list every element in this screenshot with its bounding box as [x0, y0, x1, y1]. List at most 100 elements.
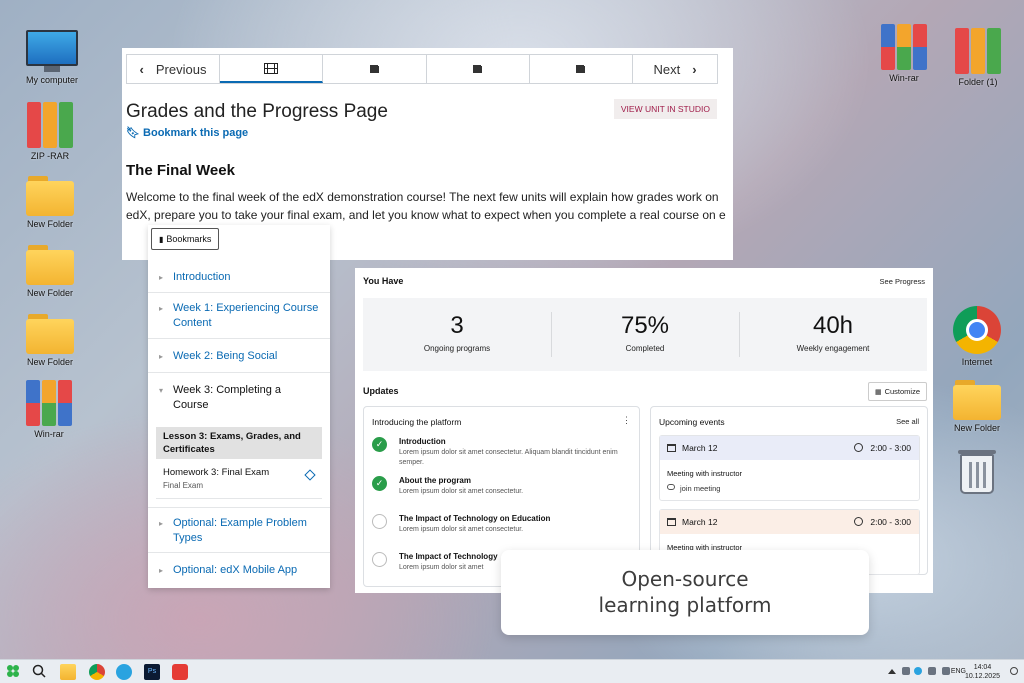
- chevron-left-icon: ‹: [139, 61, 144, 77]
- view-in-studio-button[interactable]: VIEW UNIT IN STUDIO: [613, 99, 717, 119]
- trash-icon: [958, 450, 996, 494]
- chevron-up-icon[interactable]: [888, 669, 896, 674]
- card-title: Introducing the platform: [372, 417, 462, 427]
- sequence-navigation: ‹ Previous Next ›: [126, 54, 718, 84]
- caption-line-1: Open-source: [621, 567, 749, 591]
- desktop-icon-label: New Folder: [26, 219, 73, 229]
- unit-tab-text-3[interactable]: [530, 55, 633, 83]
- desktop-icon-my-computer[interactable]: My computer: [16, 30, 88, 85]
- course-outline: ▮ Bookmarks ▸ Introduction ▸ Week 1: Exp…: [148, 225, 330, 588]
- bookmark-icon: 🔖︎: [126, 127, 140, 139]
- check-circle-icon: ✓: [372, 437, 387, 452]
- unit-tab-video[interactable]: [220, 55, 324, 83]
- chevron-right-icon: ▸: [159, 304, 164, 313]
- desktop-icon-new-folder-3[interactable]: New Folder: [14, 314, 86, 367]
- outline-item-week-1[interactable]: ▸ Week 1: Experiencing Course Content: [148, 293, 330, 339]
- outline-item-optional-mobile-app[interactable]: ▸ Optional: edX Mobile App: [148, 553, 330, 587]
- desktop-icon-label: New Folder: [26, 357, 73, 367]
- chevron-down-icon: ▾: [159, 386, 164, 395]
- desktop-icon-zip-rar[interactable]: ZIP -RAR: [14, 102, 86, 161]
- clock[interactable]: 14:04 10.12.2025: [965, 663, 1000, 681]
- winrar-icon: [881, 24, 927, 70]
- search-icon[interactable]: [32, 664, 48, 680]
- clock-icon: [854, 443, 863, 452]
- start-icon[interactable]: [6, 664, 22, 680]
- calendar-icon: [667, 518, 676, 526]
- empty-circle-icon: [372, 552, 387, 567]
- check-circle-icon: ✓: [372, 476, 387, 491]
- bookmarks-button[interactable]: ▮ Bookmarks: [151, 228, 220, 250]
- desktop-icon-win-rar[interactable]: Win-rar: [13, 380, 85, 439]
- desktop-icon-label: Internet: [961, 357, 993, 367]
- desktop-icon-internet[interactable]: Internet: [941, 306, 1013, 367]
- dashboard-heading: You Have: [363, 276, 404, 286]
- bookmark-page-link[interactable]: 🔖︎ Bookmark this page: [126, 126, 248, 139]
- stat-weekly-engagement: 40h Weekly engagement: [739, 298, 927, 371]
- winrar-icon: [26, 380, 72, 426]
- desktop-icon-recycle-bin[interactable]: [941, 450, 1013, 494]
- desktop-icon-label: Folder (1): [958, 77, 998, 87]
- desktop-icon-new-folder-1[interactable]: New Folder: [14, 176, 86, 229]
- book-icon: [576, 65, 586, 73]
- file-explorer-icon[interactable]: [60, 664, 76, 680]
- language-indicator[interactable]: ENG: [951, 668, 966, 675]
- stat-completed: 75% Completed: [551, 298, 739, 371]
- chevron-right-icon: ›: [692, 61, 697, 77]
- outline-item-optional-problem-types[interactable]: ▸ Optional: Example Problem Types: [148, 507, 330, 553]
- bookmark-icon: ▮: [159, 234, 164, 244]
- outline-subsection-lesson-3[interactable]: Lesson 3: Exams, Grades, and Certificate…: [156, 427, 322, 459]
- desktop-icon-label: Win-rar: [34, 429, 64, 439]
- archive-icon: [955, 28, 1001, 74]
- outline-item-introduction[interactable]: ▸ Introduction: [148, 261, 330, 293]
- outline-item-week-2[interactable]: ▸ Week 2: Being Social: [148, 339, 330, 373]
- chevron-right-icon: ▸: [159, 519, 164, 528]
- section-body-text: Welcome to the final week of the edX dem…: [126, 190, 726, 222]
- folder-icon: [26, 245, 74, 285]
- stat-ongoing-programs: 3 Ongoing programs: [423, 312, 491, 353]
- see-progress-link[interactable]: See Progress: [880, 277, 925, 286]
- notification-icon[interactable]: [1010, 667, 1018, 675]
- folder-icon: [26, 176, 74, 216]
- chrome-taskbar-icon[interactable]: [89, 664, 105, 680]
- battery-icon[interactable]: [942, 667, 950, 675]
- unit-tab-text-1[interactable]: [323, 55, 427, 83]
- more-options-icon[interactable]: ⋮: [622, 415, 631, 426]
- previous-button[interactable]: ‹ Previous: [127, 55, 220, 83]
- customize-button[interactable]: ▦ Customize: [867, 382, 927, 401]
- archive-icon: [27, 102, 73, 148]
- unit-title: Grades and the Progress Page: [126, 101, 388, 122]
- network-icon[interactable]: [902, 667, 910, 675]
- app-icon[interactable]: [172, 664, 188, 680]
- see-all-link[interactable]: See all: [896, 417, 919, 426]
- section-heading: The Final Week: [126, 162, 235, 179]
- desktop-icon-win-rar-right[interactable]: Win-rar: [868, 24, 940, 83]
- folder-icon: [953, 380, 1001, 420]
- telegram-tray-icon[interactable]: [914, 667, 922, 675]
- card-title: Upcoming events: [659, 417, 725, 427]
- chrome-icon: [953, 306, 1001, 354]
- caption-line-2: learning platform: [598, 593, 772, 617]
- film-icon: [264, 62, 279, 74]
- unit-tab-text-2[interactable]: [427, 55, 530, 83]
- empty-circle-icon: [372, 514, 387, 529]
- folder-icon: [26, 314, 74, 354]
- telegram-icon[interactable]: [116, 664, 132, 680]
- photoshop-icon[interactable]: Ps: [144, 664, 160, 680]
- book-icon: [473, 65, 483, 73]
- stats-panel: 3 Ongoing programs 75% Completed 40h Wee…: [363, 298, 927, 371]
- desktop-icon-folder-1[interactable]: Folder (1): [942, 28, 1014, 87]
- desktop-icon-label: New Folder: [953, 423, 1000, 433]
- speaker-icon[interactable]: [928, 667, 936, 675]
- next-button[interactable]: Next ›: [633, 55, 717, 83]
- desktop-icon-label: ZIP -RAR: [30, 151, 70, 161]
- chevron-right-icon: ▸: [159, 566, 164, 575]
- join-meeting-link[interactable]: join meeting: [680, 484, 720, 493]
- outline-subsection-homework-3[interactable]: Homework 3: Final Exam Final Exam: [156, 463, 322, 499]
- desktop-icon-new-folder-right[interactable]: New Folder: [941, 380, 1013, 433]
- link-icon: [667, 484, 675, 490]
- caption-overlay: Open-source learning platform: [501, 550, 869, 635]
- monitor-icon: [26, 30, 78, 66]
- learner-dashboard: You Have See Progress 3 Ongoing programs…: [355, 268, 933, 593]
- event-item[interactable]: March 12 2:00 - 3:00 Meeting with instru…: [659, 435, 920, 501]
- desktop-icon-new-folder-2[interactable]: New Folder: [14, 245, 86, 298]
